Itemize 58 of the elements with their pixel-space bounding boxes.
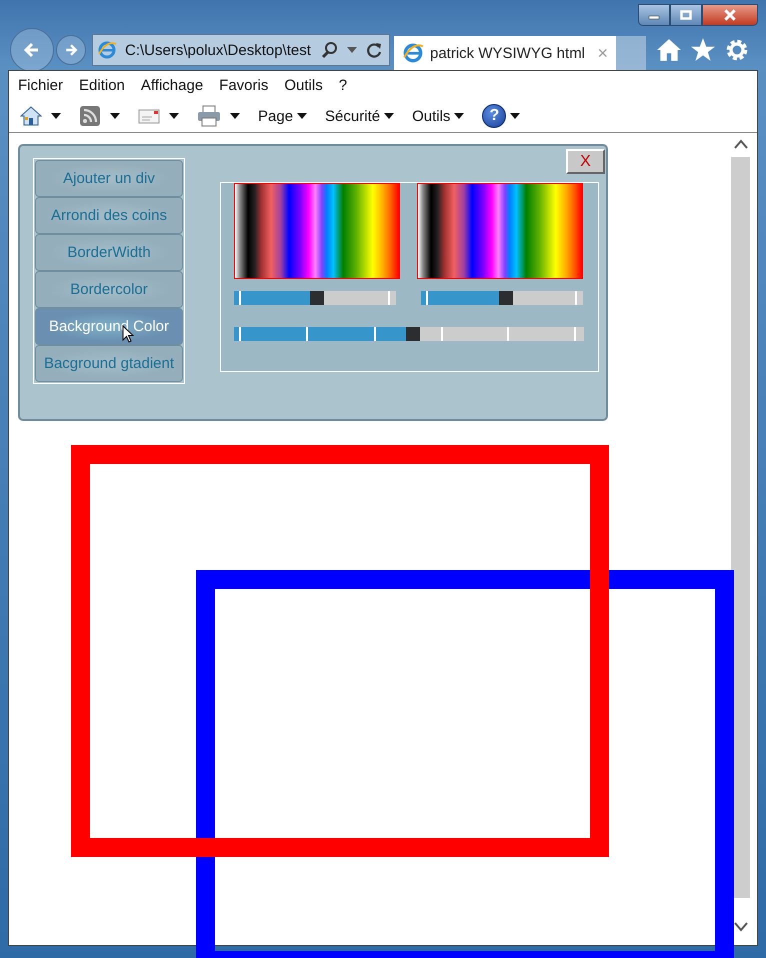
menu-item[interactable]: Edition — [79, 77, 125, 94]
caret-icon — [384, 113, 394, 119]
address-text: C:\Users\polux\Desktop\test — [125, 42, 312, 58]
caret-icon — [110, 113, 120, 119]
settings-icon[interactable] — [724, 37, 750, 63]
browser-tab[interactable]: patrick WYSIWYG html × — [394, 36, 616, 70]
home-icon[interactable] — [656, 37, 682, 63]
slider-thumb[interactable] — [310, 291, 324, 305]
scroll-up-icon[interactable] — [734, 139, 748, 149]
color-gradient[interactable] — [234, 183, 400, 279]
feed-icon — [79, 105, 101, 127]
arrow-right-icon — [63, 42, 79, 58]
menu-item[interactable]: ? — [338, 77, 348, 94]
toolbar-button[interactable] — [77, 105, 122, 127]
toolbar-button[interactable] — [18, 105, 63, 127]
slider[interactable] — [234, 291, 396, 305]
caret-icon — [454, 113, 464, 119]
star-icon[interactable] — [690, 37, 716, 63]
forward-button[interactable] — [56, 35, 86, 65]
slider[interactable] — [234, 327, 584, 341]
back-button[interactable] — [10, 28, 54, 72]
maximize-button[interactable] — [670, 4, 702, 26]
tab-title: patrick WYSIWYG html — [430, 44, 586, 62]
minimize-button[interactable] — [638, 4, 670, 26]
mail-icon — [138, 108, 160, 124]
caret-icon — [510, 113, 520, 119]
caret-icon — [297, 113, 308, 119]
menu-item[interactable]: Outils — [284, 77, 323, 94]
color-gradient[interactable] — [417, 183, 583, 279]
refresh-icon[interactable] — [365, 41, 383, 59]
close-button[interactable]: X — [566, 149, 605, 174]
menu-item[interactable]: Fichier — [18, 77, 64, 94]
slider-thumb[interactable] — [406, 327, 420, 341]
scroll-down-icon[interactable] — [734, 922, 748, 932]
menu-item[interactable]: Affichage — [140, 77, 204, 94]
scrollbar-thumb[interactable] — [731, 157, 750, 898]
toolbar-button[interactable] — [136, 108, 181, 124]
caret-icon[interactable] — [347, 47, 357, 53]
address-field[interactable]: C:\Users\polux\Desktop\test — [92, 34, 390, 66]
menu-item[interactable]: Favoris — [219, 77, 268, 94]
slider[interactable] — [421, 291, 583, 305]
maximize-icon — [680, 10, 692, 20]
slider-thumb[interactable] — [498, 291, 513, 305]
toolbar-menu-button[interactable]: Page — [256, 108, 310, 124]
caret-icon — [51, 113, 61, 119]
caret-icon — [230, 113, 240, 119]
search-icon[interactable] — [321, 41, 339, 59]
toolbar-menu-button[interactable]: Outils — [410, 108, 466, 124]
close-icon — [723, 9, 737, 21]
home-icon — [20, 105, 42, 127]
close-button[interactable] — [702, 4, 758, 26]
toolbar-button[interactable] — [195, 105, 242, 127]
browser-logo-icon — [402, 42, 424, 64]
caret-icon — [169, 113, 179, 119]
toolbar-menu-button[interactable]: Sécurité — [323, 108, 396, 124]
bordered-rectangle[interactable] — [71, 445, 609, 857]
browser-logo-icon — [97, 40, 117, 60]
printer-icon — [197, 105, 221, 127]
